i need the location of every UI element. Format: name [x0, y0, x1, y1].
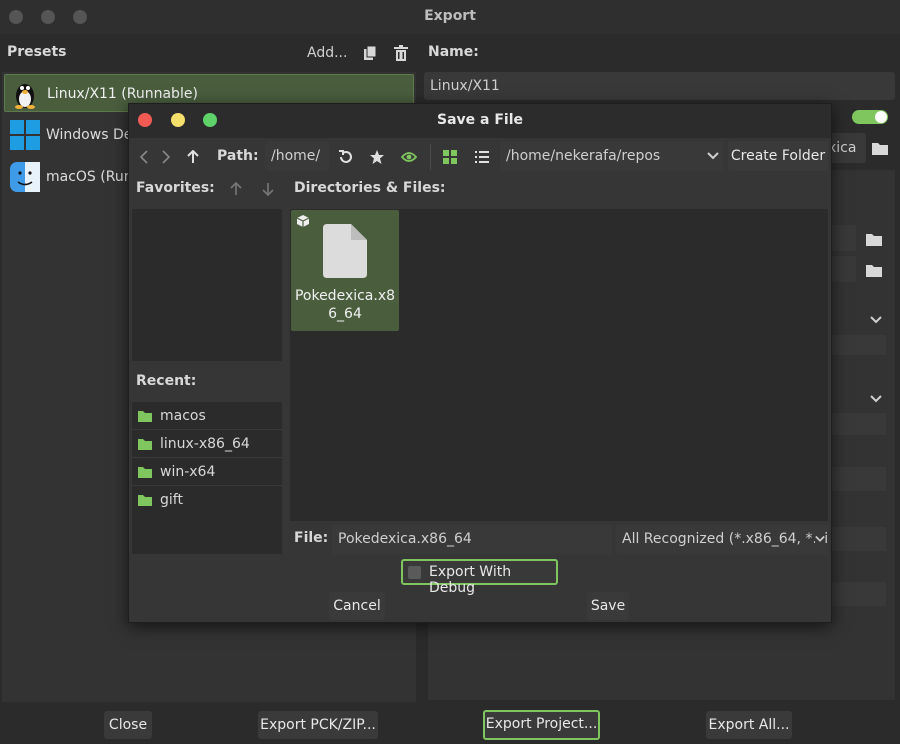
folder-icon[interactable]: [865, 262, 883, 278]
preset-label-linux: Linux/X11 (Runnable): [47, 86, 198, 102]
up-arrow-icon[interactable]: [186, 148, 200, 166]
file-name-field[interactable]: Pokedexica.x86_64: [332, 524, 612, 554]
name-field[interactable]: Linux/X11: [424, 72, 895, 100]
runnable-toggle[interactable]: [852, 110, 888, 124]
recent-item[interactable]: macos: [132, 402, 282, 430]
filter-dropdown[interactable]: All Recognized (*.x86_64, *.zip: [616, 524, 828, 554]
move-down-icon[interactable]: [260, 180, 276, 198]
add-preset-button[interactable]: Add...: [307, 45, 347, 61]
path-field[interactable]: /home/: [265, 141, 329, 171]
refresh-icon[interactable]: [337, 148, 355, 166]
create-folder-button[interactable]: Create Folder: [728, 141, 828, 171]
window-title: Export: [424, 8, 476, 24]
dirs-files-label: Directories & Files:: [294, 180, 446, 196]
linux-tux-icon: [11, 79, 39, 113]
list-view-icon[interactable]: [473, 148, 491, 166]
macos-finder-icon: [10, 162, 40, 196]
cancel-button[interactable]: Cancel: [329, 592, 385, 620]
right-row-a: [832, 225, 856, 251]
right-row-d: [832, 413, 886, 435]
export-pck-button[interactable]: Export PCK/ZIP...: [258, 711, 378, 739]
save-file-dialog: Save a File Path: /home/ /home/nekerafa/…: [128, 103, 832, 623]
path-label: Path:: [217, 148, 259, 164]
location-value: /home/nekerafa/repos: [506, 148, 661, 164]
grid-view-icon[interactable]: [441, 148, 459, 166]
chevron-down-icon[interactable]: [868, 391, 884, 407]
back-icon[interactable]: [137, 148, 151, 166]
export-with-debug-checkbox[interactable]: Export With Debug: [401, 559, 558, 596]
close-button[interactable]: Close: [104, 711, 152, 739]
chevron-down-icon: [707, 141, 719, 171]
star-icon[interactable]: [368, 148, 386, 166]
file-label: File:: [294, 530, 329, 546]
location-dropdown[interactable]: /home/nekerafa/repos: [500, 141, 723, 171]
folder-icon: [138, 466, 152, 478]
file-item[interactable]: Pokedexica.x8 6_64: [291, 210, 399, 331]
trash-icon[interactable]: [393, 44, 409, 62]
right-row-c: [832, 335, 886, 355]
debug-label: Export With Debug: [429, 564, 512, 596]
toolbar-separator: [430, 144, 431, 170]
package-icon: [296, 214, 310, 232]
favorites-label: Favorites:: [136, 180, 215, 196]
file-icon: [323, 224, 367, 282]
folder-icon[interactable]: [871, 140, 889, 156]
folder-icon[interactable]: [865, 231, 883, 247]
dialog-title: Save a File: [436, 112, 523, 128]
export-path-field[interactable]: xica: [826, 133, 866, 163]
recent-list: macos linux-x86_64 win-x64 gift: [132, 402, 282, 554]
title-bar: Export: [0, 0, 900, 34]
recent-item[interactable]: gift: [132, 486, 282, 514]
forward-icon[interactable]: [159, 148, 173, 166]
recent-label: Recent:: [136, 373, 197, 389]
chevron-down-icon: [815, 524, 825, 554]
file-name-line2: 6_64: [328, 306, 362, 322]
chevron-down-icon[interactable]: [868, 312, 884, 328]
presets-heading: Presets: [7, 44, 67, 60]
file-name-line1: Pokedexica.x8: [294, 288, 396, 304]
checkbox-box: [408, 566, 421, 579]
favorites-list: [132, 209, 282, 361]
eye-icon[interactable]: [400, 148, 418, 166]
recent-item[interactable]: win-x64: [132, 458, 282, 486]
save-button[interactable]: Save: [587, 592, 629, 620]
filter-value: All Recognized (*.x86_64, *.zip: [622, 531, 828, 547]
folder-icon: [138, 438, 152, 450]
right-row-g: [832, 582, 886, 606]
name-label: Name:: [428, 44, 479, 60]
duplicate-icon[interactable]: [362, 44, 378, 62]
move-up-icon[interactable]: [228, 180, 244, 198]
recent-item[interactable]: linux-x86_64: [132, 430, 282, 458]
windows-logo-icon: [10, 120, 40, 154]
export-project-button[interactable]: Export Project...: [483, 710, 600, 740]
right-row-b: [832, 256, 856, 282]
folder-icon: [138, 410, 152, 422]
right-row-f: [832, 527, 886, 551]
export-all-button[interactable]: Export All...: [706, 711, 792, 739]
right-row-e: [832, 467, 886, 491]
dialog-title-bar: Save a File: [129, 104, 831, 138]
preset-label-windows: Windows Des: [46, 127, 140, 143]
files-area: Pokedexica.x8 6_64: [290, 209, 828, 521]
folder-icon: [138, 495, 152, 506]
